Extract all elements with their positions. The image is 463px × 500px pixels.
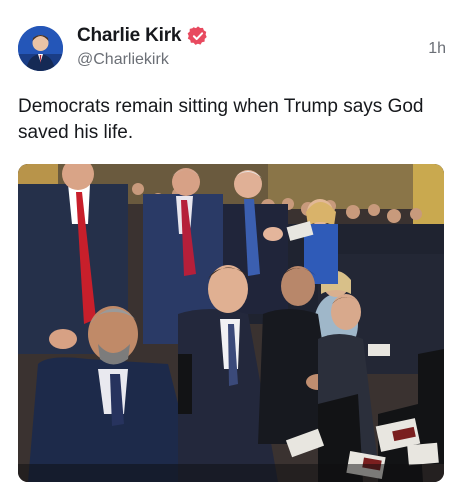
author-name[interactable]: Charlie Kirk (77, 25, 181, 47)
verified-badge-icon (187, 26, 207, 45)
avatar[interactable] (18, 26, 63, 71)
author-handle[interactable]: @Charliekirk (77, 51, 169, 69)
author-name-row: Charlie Kirk (77, 24, 209, 48)
post-header: Charlie Kirk @Charliekirk 1h (18, 24, 446, 72)
post-text: Democrats remain sitting when Trump says… (18, 96, 424, 143)
post-photo[interactable] (18, 164, 444, 482)
post-card[interactable]: Charlie Kirk @Charliekirk 1h Democrats r… (0, 0, 463, 500)
post-timestamp[interactable]: 1h (428, 40, 446, 58)
